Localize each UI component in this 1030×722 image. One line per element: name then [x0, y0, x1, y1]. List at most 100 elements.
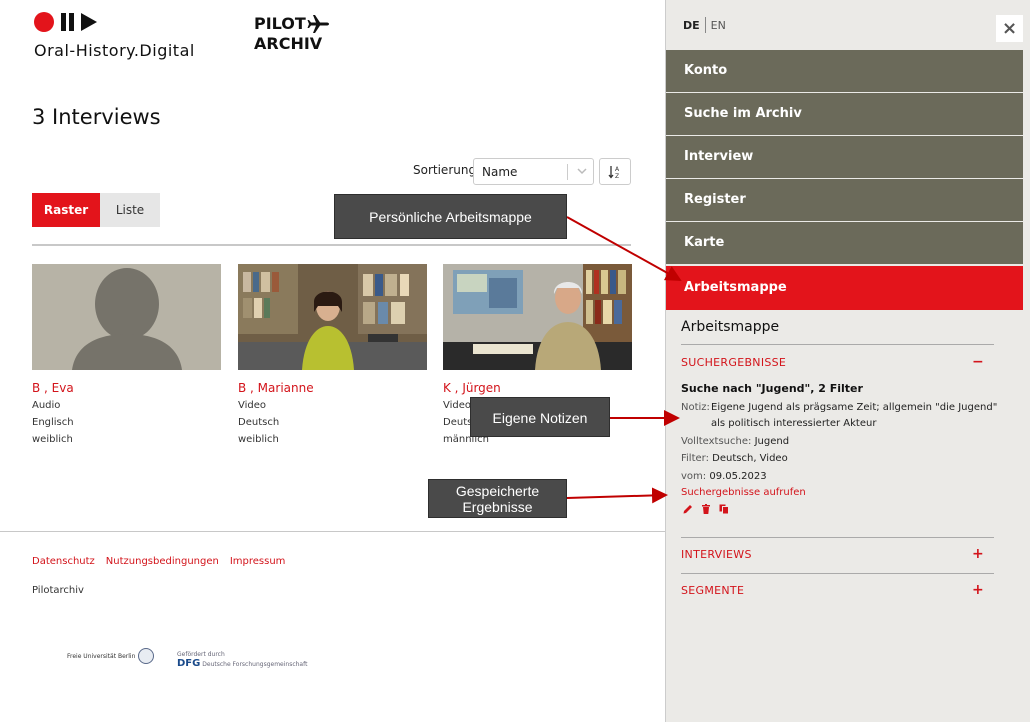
- callout-saved-line2: Ergebnisse: [462, 499, 533, 515]
- airplane-icon: [307, 15, 329, 33]
- interview-name[interactable]: K , Jürgen: [443, 381, 632, 395]
- section-divider: [681, 573, 994, 574]
- edit-pencil-icon[interactable]: [682, 503, 694, 515]
- view-raster-button[interactable]: Raster: [32, 193, 100, 227]
- person-silhouette-icon: [72, 268, 182, 370]
- sort-select-separator: [567, 164, 568, 180]
- close-icon: ×: [1001, 18, 1018, 39]
- close-sidebar-button[interactable]: ×: [996, 15, 1023, 42]
- footer-links: Datenschutz Nutzungsbedingungen Impressu…: [32, 556, 285, 567]
- nav-karte[interactable]: Karte: [666, 222, 1023, 264]
- expand-plus-icon[interactable]: +: [972, 546, 984, 562]
- footer-link-datenschutz[interactable]: Datenschutz: [32, 556, 95, 567]
- dfg-logo[interactable]: Gefördert durch DFG Deutsche Forschungsg…: [177, 651, 307, 669]
- filter-row: Filter: Deutsch, Video: [681, 451, 788, 466]
- video-still-image: [443, 264, 632, 370]
- dfg-logo-sub: Deutsche Forschungsgemeinschaft: [202, 661, 308, 668]
- view-liste-button[interactable]: Liste: [100, 193, 160, 227]
- fulltext-label: Volltextsuche:: [681, 436, 752, 447]
- interview-gender: weiblich: [238, 434, 279, 445]
- arrow-saved-results: [566, 487, 668, 504]
- video-still-image: [238, 264, 427, 370]
- interview-thumbnail[interactable]: [32, 264, 221, 370]
- saved-search-title: Suche nach "Jugend", 2 Filter: [681, 382, 863, 395]
- play-icon: [81, 13, 97, 31]
- lang-de[interactable]: DE: [683, 19, 700, 32]
- sort-alpha-icon: A Z: [608, 166, 620, 180]
- interview-media: Video: [238, 400, 267, 411]
- callout-saved-results: Gespeicherte Ergebnisse: [428, 479, 567, 518]
- media-control-icons: [34, 12, 195, 32]
- interview-thumbnail[interactable]: [238, 264, 427, 370]
- ohd-logo-text: Oral-History.Digital: [34, 41, 195, 60]
- pilot-logo-line2: ARCHIV: [254, 34, 323, 53]
- interview-name[interactable]: B , Eva: [32, 381, 221, 395]
- svg-text:Z: Z: [615, 173, 619, 179]
- section-suchergebnisse[interactable]: SUCHERGEBNISSE −: [681, 354, 994, 370]
- interview-media: Audio: [32, 400, 61, 411]
- sort-select-value: Name: [482, 165, 518, 179]
- sidebar: DE EN × Konto Suche im Archiv Interview …: [665, 0, 1030, 722]
- section-divider: [681, 537, 994, 538]
- sort-select[interactable]: Name: [473, 158, 594, 185]
- interview-card[interactable]: B , Eva Audio Englisch weiblich: [32, 264, 221, 446]
- nav-register[interactable]: Register: [666, 179, 1023, 221]
- interview-thumbnail[interactable]: [443, 264, 632, 370]
- date-row: vom: 09.05.2023: [681, 469, 767, 484]
- callout-saved-line1: Gespeicherte: [455, 483, 540, 499]
- date-value: 09.05.2023: [709, 471, 767, 482]
- dfg-logo-name: DFG: [177, 658, 201, 669]
- nav-arbeitsmappe[interactable]: Arbeitsmappe: [666, 266, 1023, 310]
- collapse-minus-icon[interactable]: −: [972, 354, 984, 370]
- sort-label: Sortierung: [413, 163, 477, 177]
- footer-link-impressum[interactable]: Impressum: [230, 556, 286, 567]
- expand-plus-icon[interactable]: +: [972, 582, 984, 598]
- divider: [32, 244, 631, 246]
- interview-card[interactable]: B , Marianne Video Deutsch weiblich: [238, 264, 427, 446]
- trash-icon[interactable]: [700, 503, 712, 515]
- section-suchergebnisse-label: SUCHERGEBNISSE: [681, 356, 787, 369]
- open-search-results-link[interactable]: Suchergebnisse aufrufen: [681, 487, 806, 498]
- section-segmente[interactable]: SEGMENTE +: [681, 582, 994, 598]
- nav-suche-im-archiv[interactable]: Suche im Archiv: [666, 93, 1023, 135]
- interview-gender: weiblich: [32, 434, 73, 445]
- sort-direction-button[interactable]: A Z: [599, 158, 631, 185]
- page-title: 3 Interviews: [32, 105, 161, 129]
- ohd-logo[interactable]: Oral-History.Digital: [34, 12, 195, 60]
- interview-name[interactable]: B , Marianne: [238, 381, 427, 395]
- footer-brand: Pilotarchiv: [32, 585, 84, 596]
- callout-workbook: Persönliche Arbeitsmappe: [334, 194, 567, 239]
- section-interviews[interactable]: INTERVIEWS +: [681, 546, 994, 562]
- fu-berlin-logo[interactable]: Freie Universität Berlin: [67, 648, 155, 664]
- callout-notes: Eigene Notizen: [470, 397, 610, 437]
- note-label: Notiz:: [681, 402, 710, 413]
- svg-text:A: A: [615, 166, 620, 173]
- nav-interview[interactable]: Interview: [666, 136, 1023, 178]
- date-label: vom:: [681, 471, 707, 482]
- nav-konto[interactable]: Konto: [666, 50, 1023, 92]
- saved-search-actions: [682, 503, 730, 515]
- note-value: Eigene Jugend als prägsame Zeit; allgeme…: [711, 402, 998, 429]
- pause-icon: [61, 13, 74, 31]
- lang-en[interactable]: EN: [711, 19, 726, 32]
- dfg-logo-small: Gefördert durch: [177, 651, 225, 658]
- fulltext-row: Volltextsuche: Jugend: [681, 434, 789, 449]
- record-icon: [34, 12, 54, 32]
- fu-logo-text: Freie Universität Berlin: [67, 652, 136, 660]
- footer-link-nutzungsbedingungen[interactable]: Nutzungsbedingungen: [106, 556, 219, 567]
- copy-icon[interactable]: [718, 503, 730, 515]
- section-interviews-label: INTERVIEWS: [681, 548, 752, 561]
- filter-label: Filter:: [681, 453, 709, 464]
- workbook-divider: [681, 344, 994, 345]
- lang-separator: [704, 17, 706, 33]
- fulltext-value: Jugend: [754, 436, 790, 447]
- footer-divider: [0, 531, 665, 532]
- workbook-title: Arbeitsmappe: [681, 319, 780, 335]
- chevron-down-icon: [577, 168, 587, 175]
- language-switch: DE EN: [683, 17, 726, 33]
- pilot-archive-logo[interactable]: PILOT ARCHIV: [254, 14, 329, 54]
- section-segmente-label: SEGMENTE: [681, 584, 745, 597]
- fu-seal-icon: [138, 648, 155, 664]
- interview-language: Deutsch: [238, 417, 280, 428]
- interview-language: Englisch: [32, 417, 74, 428]
